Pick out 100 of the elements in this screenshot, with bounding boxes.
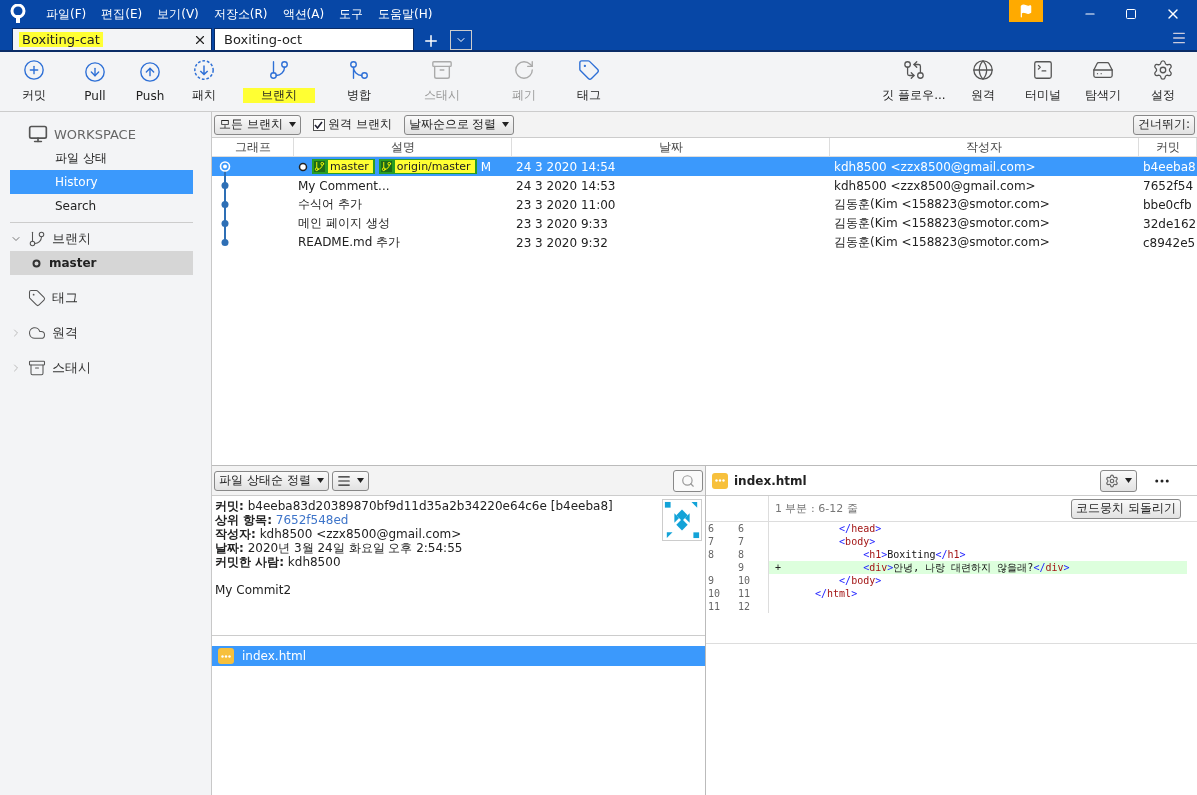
toolbar-button[interactable]: 깃 플로우... — [875, 59, 953, 104]
menu-icon[interactable] — [1171, 30, 1187, 46]
menu-item[interactable]: 액션(A) — [282, 5, 325, 23]
line-number: 11 — [738, 587, 752, 600]
revert-hunk-button[interactable]: 코드뭉치 되돌리기 — [1071, 498, 1181, 519]
commit-row[interactable]: My Comment... 24 3 2020 14:53 kdh8500 <zzx8500@gmail.com> 7652f54 — [212, 176, 1197, 195]
toolbar-button[interactable]: 병합 — [324, 59, 394, 104]
caret-icon — [316, 478, 324, 483]
sidebar-section[interactable]: 스태시 — [52, 359, 91, 377]
tab-dropdown-button[interactable] — [450, 30, 472, 50]
toolbar-button[interactable]: 패치 — [174, 59, 234, 104]
search-icon — [681, 473, 695, 488]
column-header[interactable]: 설명 — [294, 138, 512, 156]
author-cell-text: kdh8500 <zzx8500@gmail.com> — [833, 158, 1037, 176]
column-header[interactable]: 그래프 — [212, 138, 294, 156]
jump-button[interactable]: 건너뛰기: — [1132, 114, 1195, 135]
view-mode-dropdown[interactable] — [331, 470, 369, 491]
code-line: <body> — [838, 535, 876, 548]
maximize-icon[interactable] — [1125, 8, 1137, 20]
added-marker: + — [775, 561, 783, 574]
commit-hash-cell-text: bbe0cfb — [1142, 196, 1193, 214]
toolbar-button[interactable]: 설정 — [1133, 59, 1193, 104]
remote-branch-checkbox[interactable]: 원격 브랜치 — [312, 116, 392, 133]
line-number: 12 — [738, 600, 752, 613]
commit-row[interactable]: master origin/master M 24 3 2020 14:54 kdh8500 <zzx8500@gmail.com> b4eeba8 — [212, 157, 1197, 176]
author-cell-text: 김동훈(Kim <158823@smotor.com> — [833, 234, 1051, 251]
branch-filter-dropdown[interactable]: 모든 브랜치 — [214, 114, 301, 135]
line-number: 8 — [738, 548, 746, 561]
menu-item[interactable]: 파일(F) — [46, 5, 87, 23]
caret-icon — [502, 122, 510, 127]
commit-detail-line: 커밋한 사람: kdh8500 — [215, 555, 342, 569]
code-line: <div>안녕, 나랑 대련하지 않을래?</div> — [862, 561, 1070, 574]
line-number: 7 — [738, 535, 746, 548]
toolbar-icon — [268, 59, 290, 81]
author-cell-text: 김동훈(Kim <158823@smotor.com> — [833, 196, 1051, 213]
settings-dropdown[interactable] — [1100, 469, 1137, 492]
toolbar-button[interactable]: 커밋 — [4, 59, 64, 104]
sidebar-section[interactable]: 원격 — [52, 324, 78, 342]
repo-tab[interactable]: Boxiting-oct — [214, 28, 414, 50]
commit-description: 수식어 추가 — [298, 196, 362, 213]
toolbar-icon — [972, 59, 994, 81]
app-logo — [10, 4, 26, 24]
column-header[interactable]: 날짜 — [512, 138, 830, 156]
sidebar-item[interactable]: Search — [10, 194, 193, 218]
file-sort-dropdown[interactable]: 파일 상태순 정렬 — [214, 470, 329, 491]
line-number: 10 — [708, 587, 722, 600]
sort-dropdown[interactable]: 날짜순으로 정렬 — [403, 114, 515, 135]
column-header[interactable]: 커밋 — [1139, 138, 1197, 156]
commit-detail-line: 상위 항목: 7652f548ed — [215, 513, 350, 527]
toolbar-button[interactable]: 탐색기 — [1073, 59, 1133, 104]
monitor-icon — [28, 124, 48, 144]
caret-icon — [288, 122, 296, 127]
toolbar-icon — [348, 59, 370, 81]
column-header[interactable]: 작성자 — [830, 138, 1139, 156]
toolbar-button[interactable]: 태그 — [559, 59, 619, 104]
menu-item[interactable]: 보기(V) — [157, 5, 199, 23]
menu-item[interactable]: 저장소(R) — [213, 5, 268, 23]
toolbar-button[interactable]: Pull — [64, 60, 126, 103]
list-icon — [336, 473, 351, 488]
toolbar-icon — [84, 60, 106, 83]
commit-row[interactable]: README.md 추가 23 3 2020 9:32 김동훈(Kim <158823@smotor.com> c8942e5 — [212, 233, 1197, 252]
search-button[interactable] — [673, 469, 703, 492]
section-icon — [28, 289, 46, 307]
sidebar-section[interactable]: 브랜치 — [52, 230, 91, 248]
dots-icon — [715, 479, 725, 482]
menu-item[interactable]: 도움말(H) — [378, 5, 433, 23]
date-cell-text: 23 3 2020 9:33 — [515, 215, 609, 233]
fetch-icon — [193, 59, 215, 81]
date-cell-text: 23 3 2020 9:32 — [515, 234, 609, 252]
menu-item[interactable]: 편집(E) — [101, 5, 143, 23]
section-icon — [28, 359, 46, 377]
commit-hash-cell-text: 7652f54 — [1142, 177, 1195, 195]
dots-icon — [221, 654, 231, 658]
sidebar-item[interactable]: 파일 상태 — [10, 146, 193, 170]
branch-label: origin/master — [378, 159, 477, 174]
menu-item[interactable]: 도구 — [339, 5, 364, 23]
repo-tab[interactable]: Boxiting-cat — [12, 28, 212, 50]
commit-row[interactable]: 메인 페이지 생성 23 3 2020 9:33 김동훈(Kim <158823@smotor.com> 32de162 — [212, 214, 1197, 233]
toolbar-button[interactable]: Push — [126, 60, 174, 103]
toolbar-icon — [139, 60, 161, 83]
line-number: 10 — [738, 574, 752, 587]
commit-row[interactable]: 수식어 추가 23 3 2020 11:00 김동훈(Kim <158823@smotor.com> bbe0cfb — [212, 195, 1197, 214]
toolbar-icon — [23, 59, 45, 81]
toolbar-button[interactable]: 터미널 — [1013, 59, 1073, 104]
checkmark-icon — [314, 120, 324, 129]
date-cell-text: 24 3 2020 14:53 — [515, 177, 617, 195]
branch-icon — [314, 161, 325, 172]
new-tab-icon[interactable] — [422, 32, 440, 50]
line-number: 6 — [738, 522, 746, 535]
branch-icon — [380, 161, 392, 172]
branch-label: master — [312, 159, 375, 174]
author-cell-text: kdh8500 <zzx8500@gmail.com> — [833, 177, 1037, 195]
commit-detail-line: 날짜: 2020년 3월 24일 화요일 오후 2:54:55 — [215, 541, 464, 555]
commit-hash-cell-text: 32de162 — [1142, 215, 1197, 233]
toolbar-button[interactable]: 원격 — [953, 59, 1013, 104]
sidebar-section[interactable]: 태그 — [52, 289, 78, 307]
gear-icon — [1105, 473, 1119, 488]
branch-item[interactable]: master — [10, 251, 193, 275]
toolbar-icon — [513, 59, 535, 81]
commit-description: 메인 페이지 생성 — [298, 215, 390, 232]
